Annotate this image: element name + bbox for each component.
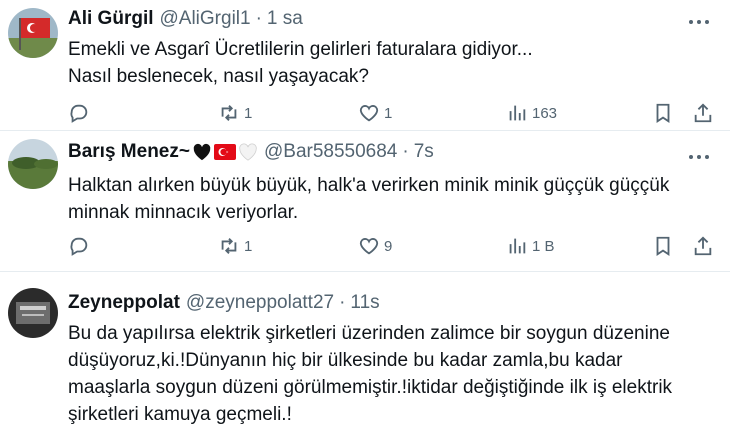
- user-handle[interactable]: @zeyneppolatt27: [186, 292, 334, 314]
- tweet-1[interactable]: Ali Gürgil @AliGrgil1 · 1 sa Emekli ve A…: [0, 0, 730, 130]
- tweet-text-line: Bu da yapılırsa elektrik şirketleri üzer…: [68, 323, 670, 344]
- display-name[interactable]: Barış Menez~: [68, 141, 190, 163]
- avatar[interactable]: [8, 139, 58, 189]
- tweet-3[interactable]: Zeyneppolat @zeyneppolatt27 · 11s Bu da …: [0, 272, 730, 425]
- like-button[interactable]: 9: [358, 235, 392, 257]
- views-button[interactable]: 163: [506, 102, 557, 124]
- timestamp[interactable]: 11s: [350, 292, 379, 314]
- tweet-text-line: Halktan alırken büyük büyük, halk'a veri…: [68, 175, 670, 196]
- tweet-text: Bu da yapılırsa elektrik şirketleri üzer…: [68, 320, 723, 428]
- bookmark-button[interactable]: [652, 235, 674, 257]
- tweet-text-line: şirketleri kamuya geçmeli.!: [68, 404, 292, 425]
- tweet-text-line: düşüyoruz,ki.!Dünyanın hiç bir ülkesinde…: [68, 350, 623, 371]
- bookmark-button[interactable]: [652, 102, 674, 124]
- retweet-button[interactable]: 1: [218, 235, 252, 257]
- user-handle[interactable]: @AliGrgil1: [160, 8, 251, 30]
- tweet-text-line: maaşlarla soygun düzeni görülmemiştir.!i…: [68, 377, 673, 398]
- tweet-text: Emekli ve Asgarî Ücretlilerin gelirleri …: [68, 36, 723, 90]
- separator: ·: [255, 8, 262, 29]
- more-options-icon[interactable]: [684, 12, 714, 32]
- tweet-actions: 1 9 1 B: [68, 235, 720, 259]
- analytics-icon: [509, 105, 526, 121]
- user-handle[interactable]: @Bar58550684: [264, 141, 397, 163]
- retweet-button[interactable]: 1: [218, 102, 252, 124]
- separator: ·: [402, 141, 409, 162]
- separator: ·: [339, 292, 346, 313]
- retweet-count: 1: [244, 104, 253, 122]
- view-count: 1 B: [532, 237, 555, 255]
- display-name[interactable]: Zeyneppolat: [68, 292, 180, 314]
- heart-icon: [359, 105, 379, 122]
- avatar[interactable]: [8, 8, 58, 58]
- retweet-count: 1: [244, 237, 253, 255]
- share-button[interactable]: [692, 235, 714, 257]
- bookmark-icon: [656, 103, 670, 123]
- like-count: 9: [384, 237, 393, 255]
- analytics-icon: [509, 238, 526, 254]
- view-count: 163: [532, 104, 558, 122]
- avatar[interactable]: [8, 288, 58, 338]
- tweet-2[interactable]: Barış Menez~ @Bar58550684 · 7s Halktan a…: [0, 131, 730, 271]
- reply-button[interactable]: [68, 235, 94, 257]
- timestamp[interactable]: 7s: [414, 141, 434, 163]
- reply-button[interactable]: [68, 102, 94, 124]
- bookmark-icon: [656, 236, 670, 256]
- turkish-flag-icon: [213, 144, 236, 160]
- more-options-icon[interactable]: [684, 147, 714, 167]
- reply-icon: [70, 104, 88, 123]
- display-name[interactable]: Ali Gürgil: [68, 8, 154, 30]
- like-button[interactable]: 1: [358, 102, 392, 124]
- tweet-text-line: Emekli ve Asgarî Ücretlilerin gelirleri …: [68, 39, 533, 60]
- share-icon: [694, 103, 712, 123]
- retweet-icon: [221, 105, 237, 121]
- like-count: 1: [384, 104, 393, 122]
- share-button[interactable]: [692, 102, 714, 124]
- share-icon: [694, 236, 712, 256]
- white-heart-icon: [239, 143, 257, 161]
- black-heart-icon: [193, 143, 211, 161]
- views-button[interactable]: 1 B: [506, 235, 555, 257]
- tweet-text-line: Nasıl beslenecek, nasıl yaşayacak?: [68, 66, 369, 87]
- heart-icon: [359, 238, 379, 255]
- timestamp[interactable]: 1 sa: [267, 8, 303, 30]
- retweet-icon: [221, 238, 237, 254]
- tweet-text-line: minnak minnacık veriyorlar.: [68, 202, 299, 223]
- tweet-text: Halktan alırken büyük büyük, halk'a veri…: [68, 172, 723, 226]
- tweet-actions: 1 1 163: [68, 102, 720, 126]
- reply-icon: [70, 237, 88, 256]
